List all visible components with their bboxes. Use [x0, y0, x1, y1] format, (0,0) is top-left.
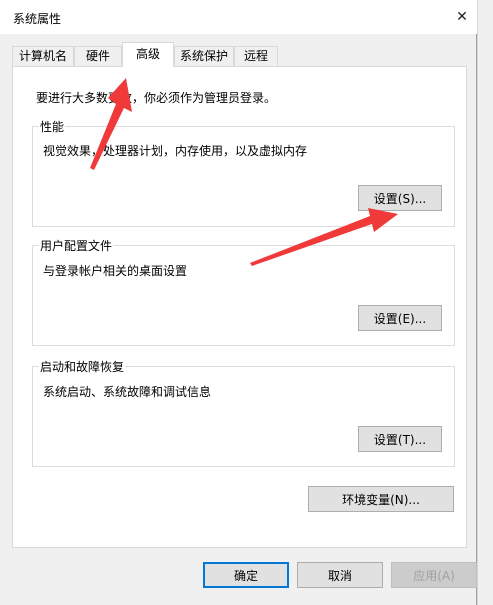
title-bar: 系统属性 ✕ — [0, 0, 477, 34]
background-window-strip — [477, 0, 493, 605]
startup-recovery-description: 系统启动、系统故障和调试信息 — [43, 385, 212, 399]
system-properties-dialog: 系统属性 ✕ 计算机名 硬件 高级 系统保护 远程 要进行大多数更改，你必须作为… — [0, 0, 477, 605]
apply-button[interactable]: 应用(A) — [391, 562, 477, 588]
user-profiles-settings-button[interactable]: 设置(E)... — [358, 305, 442, 331]
startup-recovery-settings-button[interactable]: 设置(T)... — [358, 426, 442, 452]
user-profiles-description: 与登录帐户相关的桌面设置 — [43, 264, 188, 278]
tab-hardware[interactable]: 硬件 — [74, 46, 122, 66]
performance-description: 视觉效果，处理器计划，内存使用，以及虚拟内存 — [43, 144, 308, 158]
window-title: 系统属性 — [13, 12, 62, 26]
ok-button[interactable]: 确定 — [203, 562, 289, 588]
tab-computer-name[interactable]: 计算机名 — [12, 46, 74, 66]
user-profiles-title: 用户配置文件 — [39, 237, 114, 254]
performance-title: 性能 — [39, 118, 66, 135]
cancel-button[interactable]: 取消 — [297, 562, 383, 588]
tab-advanced[interactable]: 高级 — [122, 42, 174, 67]
environment-variables-button[interactable]: 环境变量(N)... — [308, 486, 454, 512]
tab-system-protection[interactable]: 系统保护 — [174, 46, 234, 66]
admin-note: 要进行大多数更改，你必须作为管理员登录。 — [36, 91, 277, 105]
startup-recovery-title: 启动和故障恢复 — [39, 358, 126, 375]
tab-remote[interactable]: 远程 — [234, 46, 278, 66]
close-icon[interactable]: ✕ — [447, 0, 477, 34]
performance-settings-button[interactable]: 设置(S)... — [358, 185, 442, 211]
